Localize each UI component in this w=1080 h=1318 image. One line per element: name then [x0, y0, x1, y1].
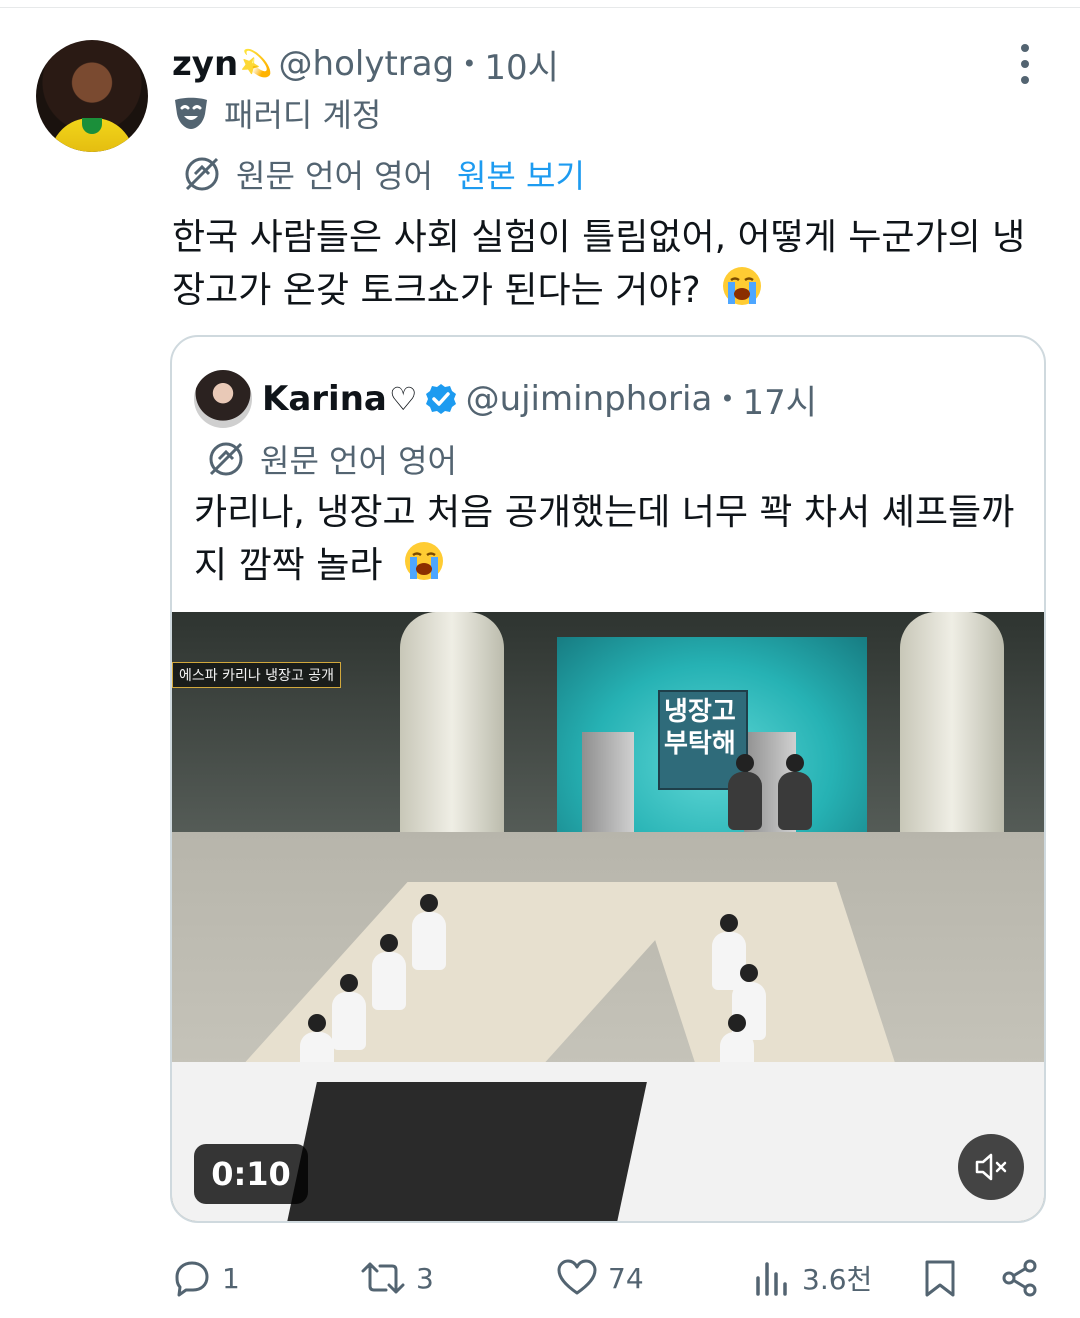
- reply-count: 1: [222, 1261, 240, 1295]
- show-logo-text: 냉장고 부탁해: [664, 696, 736, 760]
- studio-stove: [287, 1082, 647, 1221]
- host-figure: [778, 754, 812, 830]
- quote-translation-row: 원문 언어 영어: [206, 437, 457, 481]
- tweet-action-bar: 1 3 74 3.6천: [0, 1250, 1080, 1306]
- share-button[interactable]: [1000, 1250, 1040, 1306]
- views-button[interactable]: 3.6천: [752, 1250, 872, 1306]
- studio-pillar: [900, 612, 1004, 852]
- quoted-tweet[interactable]: Karina ♡ @ujiminphoria • 17시 원문 언어 영어 카리…: [170, 335, 1046, 1223]
- chef-figure: [372, 934, 406, 1010]
- repost-icon: [361, 1262, 405, 1294]
- share-icon: [1002, 1259, 1037, 1297]
- views-chart-icon: [756, 1262, 787, 1296]
- quote-text: 카리나, 냉장고 처음 공개했는데 너무 꽉 차서 셰프들까지 깜짝 놀라: [194, 487, 1034, 592]
- host-figure: [728, 754, 762, 830]
- author-display-name[interactable]: zyn: [172, 44, 238, 84]
- video-duration: 0:10: [194, 1144, 308, 1204]
- repost-count: 3: [416, 1261, 434, 1295]
- tweet-text: 한국 사람들은 사회 실험이 틀림없어, 어떻게 누군가의 냉장고가 온갖 토크…: [172, 212, 1032, 317]
- quote-display-name: Karina: [262, 379, 387, 419]
- repost-button[interactable]: 3: [360, 1250, 434, 1306]
- parody-account-label: 패러디 계정: [172, 92, 381, 134]
- quote-author-avatar: [194, 370, 252, 428]
- more-options-icon[interactable]: [1010, 44, 1040, 84]
- author-avatar[interactable]: [36, 40, 148, 152]
- crying-face-emoji-icon: [723, 267, 762, 305]
- speaker-muted-icon: [975, 1153, 1007, 1181]
- quote-text-body: 카리나, 냉장고 처음 공개했는데 너무 꽉 차서 셰프들까지 깜짝 놀라: [194, 492, 1015, 586]
- bookmark-button[interactable]: [922, 1250, 958, 1306]
- quote-header: Karina ♡ @ujiminphoria • 17시: [194, 369, 817, 429]
- tweet-header: zyn 💫 @holytrag • 10시: [172, 40, 559, 89]
- translate-globe-icon: [209, 442, 243, 476]
- name-emoji: 💫: [240, 49, 273, 79]
- author-handle[interactable]: @holytrag: [279, 44, 455, 84]
- video-player[interactable]: 냉장고 부탁해 에스파 카리나 냉장고 공개 0:10: [172, 612, 1044, 1221]
- quote-handle: @ujiminphoria: [465, 379, 713, 419]
- tweet-time[interactable]: 10시: [484, 40, 559, 89]
- quote-original-language-text: 원문 언어 영어: [260, 442, 457, 480]
- show-logo-line1: 냉장고: [664, 697, 736, 727]
- translation-row: 원문 언어 영어 원본 보기: [182, 152, 585, 196]
- reply-icon: [175, 1261, 209, 1297]
- chef-figure: [412, 894, 446, 970]
- quote-name-suffix: ♡: [388, 380, 418, 418]
- original-language-text: 원문 언어 영어: [236, 157, 433, 195]
- translate-globe-icon: [185, 157, 219, 191]
- bookmark-icon: [925, 1260, 955, 1297]
- chef-figure: [332, 974, 366, 1050]
- show-logo-line2: 부탁해: [664, 729, 736, 759]
- quote-separator: •: [720, 385, 735, 413]
- reply-button[interactable]: 1: [172, 1250, 240, 1306]
- studio-fridge: [582, 732, 634, 832]
- verified-badge-icon: [425, 384, 456, 414]
- avatar-shirt: [50, 118, 134, 152]
- mute-toggle-button[interactable]: [958, 1134, 1024, 1200]
- view-original-link[interactable]: 원본 보기: [457, 151, 585, 197]
- video-caption: 에스파 카리나 냉장고 공개: [172, 662, 342, 688]
- crying-face-emoji-icon: [404, 542, 443, 580]
- tweet-text-body: 한국 사람들은 사회 실험이 틀림없어, 어떻게 누군가의 냉장고가 온갖 토크…: [172, 217, 1026, 311]
- header-separator: •: [462, 50, 477, 78]
- heart-icon: [557, 1259, 597, 1295]
- chef-figure: [712, 914, 746, 990]
- views-count: 3.6천: [802, 1263, 873, 1296]
- top-divider: [0, 0, 1080, 8]
- parody-label-text: 패러디 계정: [224, 96, 382, 134]
- quote-time: 17시: [742, 382, 818, 423]
- like-button[interactable]: 74: [556, 1250, 644, 1306]
- theater-mask-icon: [175, 97, 207, 129]
- studio-pillar: [400, 612, 504, 852]
- like-count: 74: [608, 1261, 644, 1295]
